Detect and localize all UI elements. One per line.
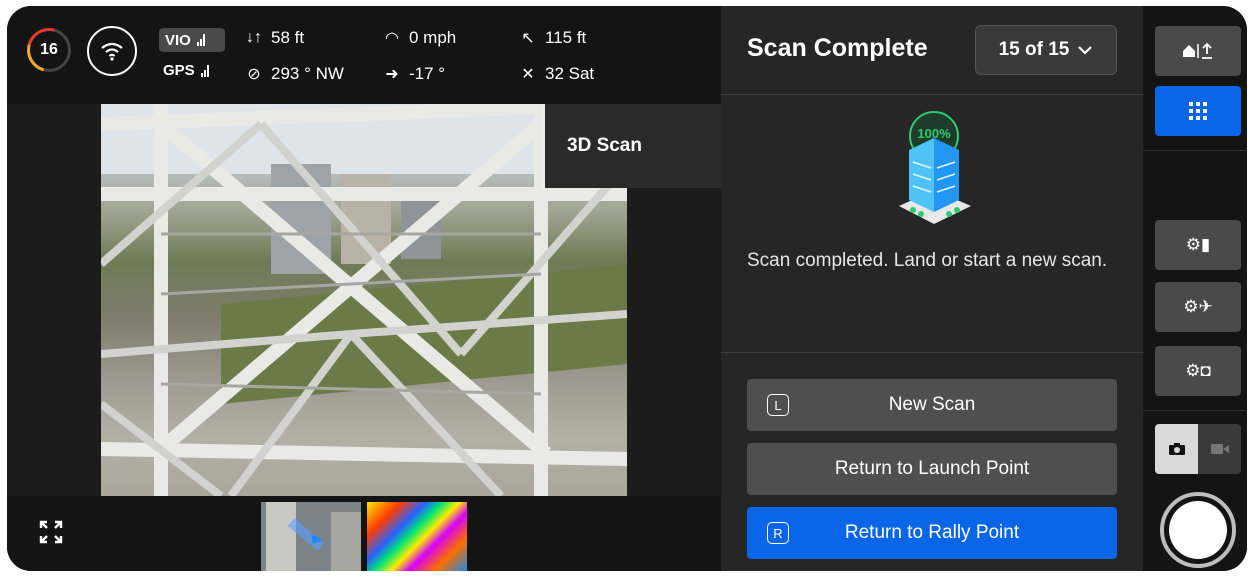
return-to-launch-button[interactable]: Return to Launch Point	[747, 443, 1117, 495]
divider	[721, 352, 1143, 353]
battery-indicator[interactable]: 16	[18, 19, 80, 81]
capture-mode-toggle[interactable]	[1155, 424, 1241, 474]
satellite-value: 32 Sat	[545, 64, 595, 83]
altitude-value: 58 ft	[271, 28, 305, 47]
video-camera-icon[interactable]	[1198, 424, 1241, 474]
divider	[1143, 410, 1247, 411]
return-to-rally-label: Return to Rally Point	[844, 522, 1020, 543]
scan-selector-dropdown[interactable]: 15 of 15	[975, 25, 1117, 75]
completion-percent: 100%	[917, 126, 951, 141]
thermal-thumbnail[interactable]	[367, 502, 467, 571]
map-thumbnail[interactable]	[261, 502, 361, 571]
settings-map-icon: ⚙▮	[1185, 235, 1211, 254]
home-altitude-button[interactable]	[1155, 26, 1241, 76]
distance-readout: ↖ 115 ft	[519, 28, 586, 48]
satellite-readout: ✕ 32 Sat	[519, 64, 594, 84]
shutter-button[interactable]	[1160, 492, 1236, 568]
bottom-bar	[7, 496, 721, 571]
new-scan-button[interactable]: L New Scan	[747, 379, 1117, 431]
return-to-rally-button[interactable]: R Return to Rally Point	[747, 507, 1117, 559]
shortcut-key-l: L	[767, 394, 789, 416]
completion-message: Scan completed. Land or start a new scan…	[747, 250, 1108, 271]
shutter-inner	[1169, 501, 1227, 559]
distance-value: 115 ft	[545, 28, 587, 47]
heading-readout: ⊘ 293 ° NW	[245, 64, 344, 84]
battery-ring-icon	[18, 19, 80, 81]
signal-bars-icon	[196, 34, 205, 46]
vio-label: VIO	[165, 31, 191, 49]
shortcut-key-r: R	[767, 522, 789, 544]
distance-icon: ↖	[521, 30, 535, 47]
speedometer-icon: ◠	[385, 30, 399, 47]
expand-icon[interactable]	[37, 518, 65, 546]
building-complete-icon: 100%	[891, 106, 977, 236]
scan-panel: Scan Complete 15 of 15 100% Scan complet…	[721, 6, 1143, 571]
wifi-icon[interactable]	[87, 26, 137, 76]
gimbal-value: -17 °	[409, 64, 446, 83]
speed-value: 0 mph	[409, 28, 457, 47]
heading-value: 293 ° NW	[271, 64, 344, 83]
drone-settings-button[interactable]: ⚙✈	[1155, 282, 1241, 332]
grid-icon	[1189, 102, 1207, 120]
app-window: 16 VIO GPS ↓↑ 58 ft ⊘ 293 ° NW ◠ 0 mph ➜…	[7, 6, 1247, 571]
vio-signal: VIO	[159, 28, 225, 52]
satellite-icon: ✕	[521, 66, 535, 83]
scan-mode-label: 3D Scan	[542, 104, 721, 188]
altitude-arrows-icon: ↓↑	[246, 29, 262, 46]
panel-title: Scan Complete	[747, 34, 928, 62]
compass-icon: ⊘	[247, 66, 261, 83]
scan-selector-value: 15 of 15	[998, 39, 1070, 60]
gimbal-readout: ➜ -17 °	[383, 64, 445, 84]
speed-readout: ◠ 0 mph	[383, 28, 456, 48]
settings-camera-icon: ⚙◘	[1185, 361, 1211, 380]
home-altitude-icon	[1183, 42, 1212, 59]
settings-drone-icon: ⚙✈	[1183, 297, 1213, 316]
photo-camera-icon[interactable]	[1155, 424, 1198, 474]
gps-label: GPS	[163, 62, 195, 79]
telemetry-bar: 16 VIO GPS ↓↑ 58 ft ⊘ 293 ° NW ◠ 0 mph ➜…	[7, 6, 721, 104]
new-scan-label: New Scan	[888, 394, 976, 415]
signal-bars-icon	[200, 64, 209, 77]
gps-signal: GPS	[163, 62, 209, 79]
divider	[1143, 150, 1247, 151]
right-toolbar: ⚙▮ ⚙✈ ⚙◘	[1143, 6, 1247, 571]
divider	[721, 94, 1143, 95]
chevron-down-icon	[1078, 46, 1093, 55]
gimbal-icon: ➜	[385, 66, 399, 83]
altitude-readout: ↓↑ 58 ft	[245, 28, 304, 48]
return-to-launch-label: Return to Launch Point	[834, 458, 1030, 479]
grid-button[interactable]	[1155, 86, 1241, 136]
camera-settings-button[interactable]: ⚙◘	[1155, 346, 1241, 396]
map-settings-button[interactable]: ⚙▮	[1155, 220, 1241, 270]
